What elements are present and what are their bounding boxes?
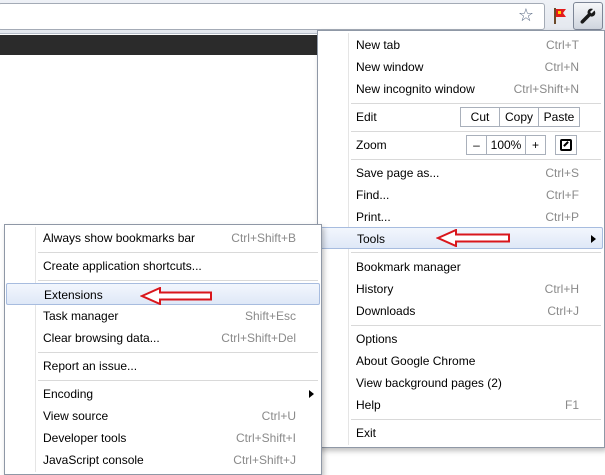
- submenu-item-report-issue[interactable]: Report an issue...: [6, 355, 320, 377]
- menu-item-label: Save page as...: [356, 166, 440, 180]
- menu-item-downloads[interactable]: Downloads Ctrl+J: [319, 300, 603, 322]
- menu-item-label: Edit: [356, 110, 377, 124]
- menu-item-label: New tab: [356, 38, 401, 52]
- menu-item-label: New incognito window: [356, 82, 475, 96]
- menu-separator: [351, 419, 601, 420]
- paste-button[interactable]: Paste: [538, 107, 580, 127]
- menu-item-label: View background pages (2): [356, 376, 502, 390]
- wrench-menu-button[interactable]: [573, 2, 603, 30]
- annotation-arrow-icon: [436, 229, 510, 247]
- zoom-in-button[interactable]: +: [525, 135, 546, 155]
- menu-item-label: Always show bookmarks bar: [43, 231, 196, 245]
- menu-item-shortcut: Ctrl+U: [261, 409, 296, 423]
- copy-button[interactable]: Copy: [499, 107, 539, 127]
- menu-item-label: Tools: [357, 232, 386, 246]
- star-icon[interactable]: ☆: [516, 6, 536, 26]
- menu-separator: [351, 131, 601, 132]
- menu-separator: [38, 352, 318, 353]
- submenu-item-clear-data[interactable]: Clear browsing data... Ctrl+Shift+Del: [6, 327, 320, 349]
- menu-item-shortcut: Ctrl+Shift+Del: [221, 331, 296, 345]
- menu-separator: [351, 159, 601, 160]
- menu-item-label: Downloads: [356, 304, 416, 318]
- menu-item-save-page[interactable]: Save page as... Ctrl+S: [319, 162, 603, 184]
- cut-button[interactable]: Cut: [460, 107, 500, 127]
- menu-separator: [38, 280, 318, 281]
- menu-item-exit[interactable]: Exit: [319, 422, 603, 444]
- submenu-arrow-icon: [309, 390, 314, 398]
- menu-item-label: Extensions: [44, 288, 103, 302]
- submenu-item-bookmarks-bar[interactable]: Always show bookmarks bar Ctrl+Shift+B: [6, 227, 320, 249]
- menu-item-print[interactable]: Print... Ctrl+P: [319, 206, 603, 228]
- zoom-level: 100%: [486, 135, 526, 155]
- menu-item-shortcut: F1: [564, 398, 579, 412]
- submenu-item-app-shortcuts[interactable]: Create application shortcuts...: [6, 255, 320, 277]
- menu-item-options[interactable]: Options: [319, 328, 603, 350]
- menu-item-label: Zoom: [356, 138, 387, 152]
- menu-separator: [351, 325, 601, 326]
- address-bar[interactable]: [0, 3, 545, 30]
- zoom-out-button[interactable]: –: [466, 135, 487, 155]
- menu-item-shortcut: Ctrl+H: [544, 282, 579, 296]
- menu-item-label: About Google Chrome: [356, 354, 476, 368]
- tools-submenu: Always show bookmarks bar Ctrl+Shift+B C…: [4, 224, 322, 475]
- menu-item-shortcut: Ctrl+J: [547, 304, 579, 318]
- menu-item-label: Print...: [356, 210, 391, 224]
- menu-item-label: Create application shortcuts...: [43, 259, 202, 273]
- menu-item-history[interactable]: History Ctrl+H: [319, 278, 603, 300]
- menu-item-label: Clear browsing data...: [43, 331, 160, 345]
- menu-separator: [351, 103, 601, 104]
- menu-separator: [38, 252, 318, 253]
- menu-item-new-incognito[interactable]: New incognito window Ctrl+Shift+N: [319, 78, 603, 100]
- menu-item-label: View source: [43, 409, 109, 423]
- fullscreen-button[interactable]: [555, 135, 577, 155]
- wrench-icon: [580, 8, 596, 24]
- submenu-item-dev-tools[interactable]: Developer tools Ctrl+Shift+I: [6, 427, 320, 449]
- menu-item-help[interactable]: Help F1: [319, 394, 603, 416]
- menu-item-label: JavaScript console: [43, 453, 144, 467]
- menu-item-label: Exit: [356, 426, 377, 440]
- red-flag-icon[interactable]: [551, 6, 569, 26]
- menu-item-label: History: [356, 282, 394, 296]
- menu-item-shortcut: Ctrl+F: [546, 188, 579, 202]
- menu-item-about[interactable]: About Google Chrome: [319, 350, 603, 372]
- page-header-bar: [0, 35, 320, 55]
- annotation-arrow-icon: [140, 287, 212, 305]
- menu-item-shortcut: Ctrl+Shift+B: [231, 231, 296, 245]
- menu-item-label: Help: [356, 398, 381, 412]
- menu-item-shortcut: Ctrl+N: [544, 60, 579, 74]
- menu-item-background-pages[interactable]: View background pages (2): [319, 372, 603, 394]
- menu-item-label: Report an issue...: [43, 359, 138, 373]
- menu-item-shortcut: Ctrl+P: [545, 210, 579, 224]
- menu-item-shortcut: Ctrl+T: [546, 38, 579, 52]
- menu-item-find[interactable]: Find... Ctrl+F: [319, 184, 603, 206]
- menu-item-label: Options: [356, 332, 398, 346]
- menu-item-label: Bookmark manager: [356, 260, 461, 274]
- menu-item-label: Developer tools: [43, 431, 127, 445]
- submenu-arrow-icon: [591, 235, 596, 243]
- menu-item-shortcut: Shift+Esc: [244, 309, 296, 323]
- menu-item-label: Encoding: [43, 387, 94, 401]
- submenu-item-task-manager[interactable]: Task manager Shift+Esc: [6, 305, 320, 327]
- menu-item-new-tab[interactable]: New tab Ctrl+T: [319, 34, 603, 56]
- submenu-item-js-console[interactable]: JavaScript console Ctrl+Shift+J: [6, 449, 320, 471]
- menu-item-shortcut: Ctrl+Shift+J: [233, 453, 296, 467]
- menu-item-new-window[interactable]: New window Ctrl+N: [319, 56, 603, 78]
- menu-item-label: Find...: [356, 188, 390, 202]
- submenu-item-encoding[interactable]: Encoding: [6, 383, 320, 405]
- menu-separator: [38, 380, 318, 381]
- menu-item-label: New window: [356, 60, 424, 74]
- menu-separator: [351, 252, 601, 253]
- menu-item-label: Task manager: [43, 309, 119, 323]
- menu-item-shortcut: Ctrl+Shift+I: [235, 431, 296, 445]
- menu-item-shortcut: Ctrl+S: [545, 166, 579, 180]
- submenu-item-view-source[interactable]: View source Ctrl+U: [6, 405, 320, 427]
- menu-item-bookmark-manager[interactable]: Bookmark manager: [319, 256, 603, 278]
- browser-toolbar: ☆: [0, 0, 605, 34]
- menu-item-shortcut: Ctrl+Shift+N: [513, 82, 579, 96]
